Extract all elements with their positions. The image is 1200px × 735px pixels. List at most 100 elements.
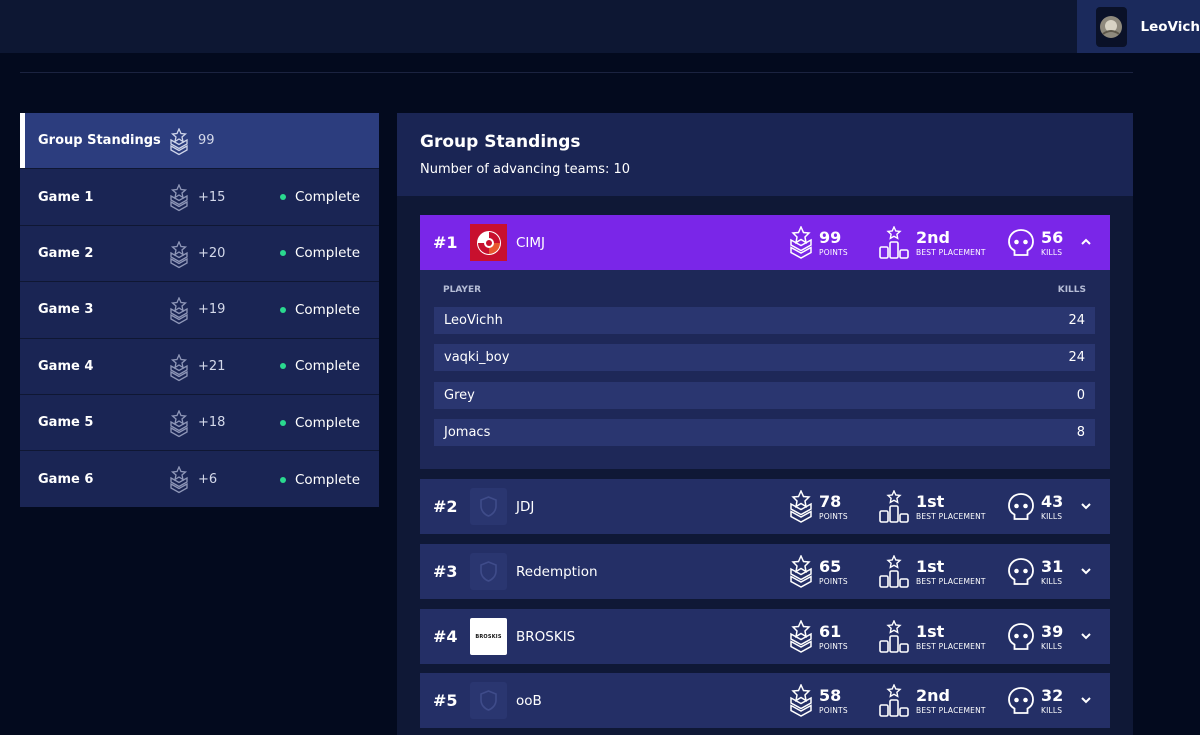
placement-caption: BEST PLACEMENT <box>916 247 986 257</box>
status-label: Complete <box>294 301 360 318</box>
sidebar-item-points: 99 <box>198 133 215 149</box>
player-name: Grey <box>444 388 475 403</box>
placement-value: 1st <box>916 556 945 576</box>
skull-icon <box>1008 623 1034 650</box>
sidebar-item-label: Group Standings <box>38 133 161 149</box>
broskis-logo-text: BROSKIS <box>475 633 502 640</box>
team-points: 65 POINTS <box>789 552 848 592</box>
kills-value: 32 <box>1041 685 1064 705</box>
points-value: 58 <box>819 685 842 705</box>
chevron-down-icon[interactable] <box>1079 693 1093 707</box>
team-best-placement: 1st BEST PLACEMENT <box>878 552 986 592</box>
chevron-up-icon[interactable] <box>1079 235 1093 249</box>
player-row: Grey 0 <box>434 382 1095 409</box>
skull-icon <box>1008 493 1034 520</box>
kills-value: 39 <box>1041 621 1064 641</box>
player-row: LeoVichh 24 <box>434 307 1095 334</box>
points-caption: POINTS <box>819 641 848 651</box>
team-row-redemption[interactable]: #3 Redemption 65 POINTS 1st BEST PLACEMENT… <box>420 544 1110 599</box>
team-name: Redemption <box>516 563 598 580</box>
player-kills: 8 <box>1076 425 1085 440</box>
player-column-header: PLAYER <box>443 285 482 295</box>
team-rank: #2 <box>433 497 458 516</box>
podium-icon <box>879 684 909 717</box>
player-row: Jomacs 8 <box>434 419 1095 446</box>
sidebar-item-label: Game 2 <box>38 245 94 261</box>
kills-caption: KILLS <box>1041 705 1063 715</box>
placement-caption: BEST PLACEMENT <box>916 641 986 651</box>
placement-caption: BEST PLACEMENT <box>916 511 986 521</box>
team-row-oob[interactable]: #5 ooB 58 POINTS 2nd BEST PLACEMENT 32 KILL… <box>420 673 1110 728</box>
podium-icon <box>879 620 909 653</box>
points-value: 99 <box>819 227 842 247</box>
team-kills: 31 KILLS <box>1007 552 1063 592</box>
sidebar-item-game-6[interactable]: Game 6 +6 Complete <box>20 451 379 507</box>
status-dot-icon <box>279 306 286 313</box>
team-best-placement: 1st BEST PLACEMENT <box>878 617 986 657</box>
team-best-placement: 1st BEST PLACEMENT <box>878 487 986 527</box>
placement-caption: BEST PLACEMENT <box>916 576 986 586</box>
sidebar-item-label: Game 6 <box>38 472 94 488</box>
skull-icon <box>1008 229 1034 256</box>
points-rank-icon <box>170 240 188 269</box>
team-row-jdj[interactable]: #2 JDJ 78 POINTS 1st BEST PLACEMENT 43 KILL… <box>420 479 1110 534</box>
standings-header: Group Standings Number of advancing team… <box>397 113 1133 196</box>
player-name: Jomacs <box>444 425 491 440</box>
chevron-down-icon[interactable] <box>1079 499 1093 513</box>
team-rank: #1 <box>433 233 458 252</box>
team-points: 58 POINTS <box>789 681 848 721</box>
points-rank-icon <box>170 466 188 494</box>
team-row-cimj[interactable]: #1 CIMJ 99 POINTS 2nd BEST PLACEMENT 56 KIL… <box>420 215 1110 270</box>
sidebar-item-label: Game 4 <box>38 358 94 374</box>
kills-value: 43 <box>1041 491 1064 511</box>
sidebar-item-game-2[interactable]: Game 2 +20 Complete <box>20 226 379 283</box>
sidebar-item-game-4[interactable]: Game 4 +21 Complete <box>20 339 379 395</box>
player-kills: 24 <box>1068 350 1085 365</box>
points-rank-icon <box>790 684 812 717</box>
placeholder-shield-logo <box>470 682 507 719</box>
points-caption: POINTS <box>819 511 848 521</box>
team-kills: 43 KILLS <box>1007 487 1063 527</box>
podium-icon <box>879 226 909 259</box>
cimj-logo <box>470 224 507 261</box>
kills-caption: KILLS <box>1041 576 1063 586</box>
team-kills: 39 KILLS <box>1007 617 1063 657</box>
sidebar-item-points: +18 <box>198 415 226 431</box>
chevron-down-icon[interactable] <box>1079 629 1093 643</box>
sidebar-item-group-standings[interactable]: Group Standings 99 <box>20 113 379 170</box>
page-title: Group Standings <box>420 132 581 152</box>
broskis-logo: BROSKIS <box>470 618 507 655</box>
sidebar-item-game-5[interactable]: Game 5 +18 Complete <box>20 395 379 452</box>
placement-value: 2nd <box>916 227 950 247</box>
sidebar-item-points: +6 <box>198 472 218 488</box>
user-name: LeoVich <box>1140 18 1200 35</box>
chevron-down-icon[interactable] <box>1079 564 1093 578</box>
sidebar-item-label: Game 5 <box>38 415 94 431</box>
kills-value: 56 <box>1041 227 1064 247</box>
status-label: Complete <box>294 245 360 262</box>
points-caption: POINTS <box>819 705 848 715</box>
podium-icon <box>879 490 909 523</box>
team-row-broskis[interactable]: #4 BROSKIS BROSKIS 61 POINTS 1st BEST PLAC… <box>420 609 1110 664</box>
status-dot-icon <box>279 363 286 370</box>
sidebar: Group Standings 99 Game 1 +15 Complete G… <box>20 113 379 507</box>
team-best-placement: 2nd BEST PLACEMENT <box>878 223 986 263</box>
placement-caption: BEST PLACEMENT <box>916 705 986 715</box>
team-name: ooB <box>516 692 542 709</box>
team-points: 78 POINTS <box>789 487 848 527</box>
advancing-teams-text: Number of advancing teams: 10 <box>420 162 631 177</box>
user-menu[interactable]: LeoVich <box>1077 0 1200 53</box>
status-complete: Complete <box>279 472 360 488</box>
points-rank-icon <box>170 128 188 156</box>
player-list-panel: PLAYER KILLS LeoVichh 24 vaqki_boy 24 Gr… <box>420 270 1110 469</box>
points-rank-icon <box>790 490 812 523</box>
team-best-placement: 2nd BEST PLACEMENT <box>878 681 986 721</box>
team-points: 61 POINTS <box>789 617 848 657</box>
team-points: 99 POINTS <box>789 223 848 263</box>
sidebar-item-game-3[interactable]: Game 3 +19 Complete <box>20 282 379 339</box>
points-rank-icon <box>170 184 188 212</box>
sidebar-item-game-1[interactable]: Game 1 +15 Complete <box>20 169 379 226</box>
top-bar: LeoVich <box>0 0 1200 53</box>
points-rank-icon <box>170 353 188 381</box>
status-label: Complete <box>294 414 360 431</box>
